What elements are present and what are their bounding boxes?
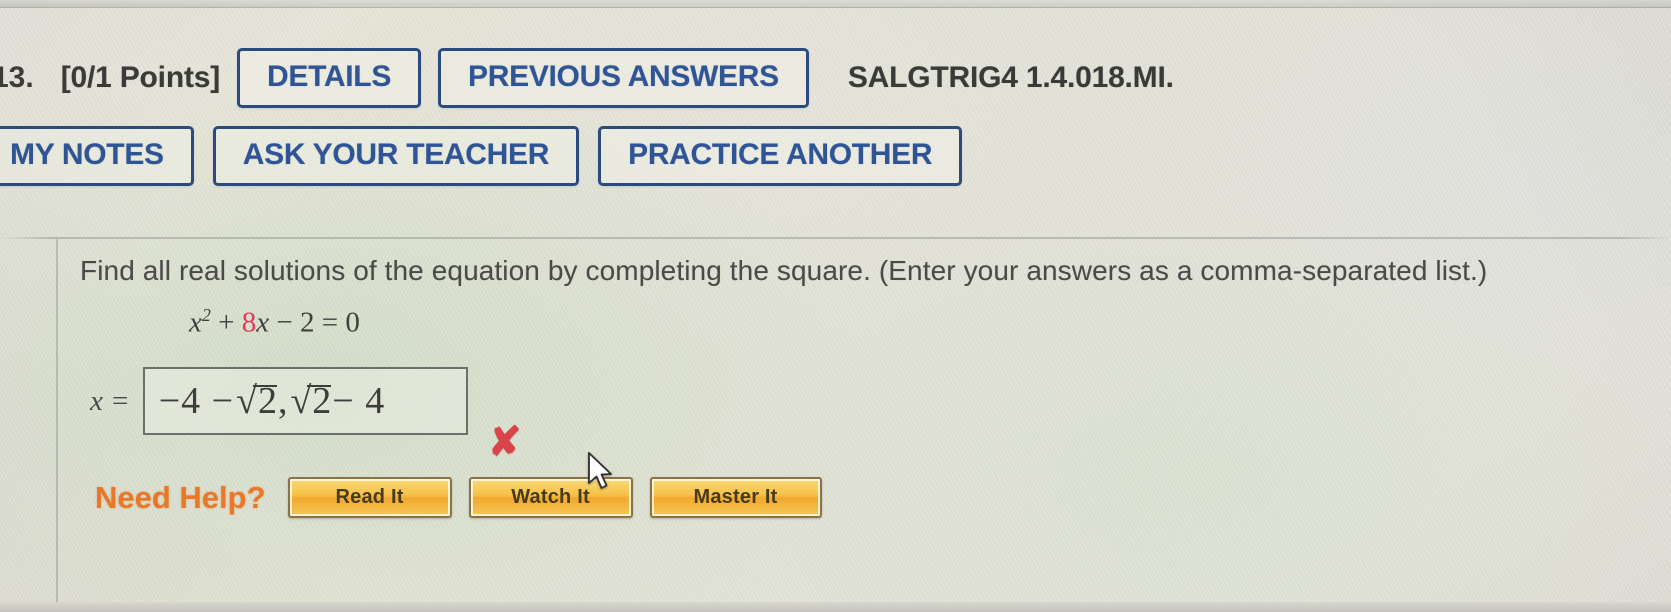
equation-coef-var: x	[256, 306, 270, 339]
answer-value: −4 −√ 2,√ 2− 4	[159, 382, 386, 420]
equation-plus: +	[210, 306, 242, 339]
ask-your-teacher-button[interactable]: ASK YOUR TEACHER	[212, 126, 580, 186]
assignment-code: SALGTRIG4 1.4.018.MI.	[847, 61, 1174, 94]
equation-display: x2 + 8x − 2 = 0	[189, 305, 360, 340]
left-gutter-rule	[56, 239, 58, 612]
top-chrome-strip	[0, 0, 1671, 7]
radical-1: √ 2	[236, 380, 278, 422]
header-divider	[0, 237, 1671, 239]
equation-exponent: 2	[201, 305, 211, 325]
answer-part-1: −4 −	[158, 380, 235, 422]
need-help-row: Need Help? Read It Watch It Master It	[95, 477, 822, 518]
watch-it-button[interactable]: Watch It	[468, 477, 633, 518]
radical-2: √ 2	[290, 380, 333, 422]
points-label: [0/1 Points]	[60, 61, 221, 94]
equation-term-x: x	[189, 306, 202, 339]
practice-another-button[interactable]: PRACTICE ANOTHER	[598, 126, 963, 186]
details-button[interactable]: DETAILS	[237, 48, 422, 108]
previous-answers-button[interactable]: PREVIOUS ANSWERS	[438, 48, 809, 108]
webassign-question-page: 13. [0/1 Points] DETAILS PREVIOUS ANSWER…	[0, 0, 1671, 612]
header-row-primary: 13. [0/1 Points] DETAILS PREVIOUS ANSWER…	[0, 48, 1174, 108]
top-hairline	[0, 7, 1671, 8]
need-help-label: Need Help?	[95, 479, 266, 515]
answer-input[interactable]: −4 −√ 2,√ 2− 4	[142, 367, 468, 435]
answer-row: x = −4 −√ 2,√ 2− 4	[90, 367, 468, 435]
question-prompt: Find all real solutions of the equation …	[80, 255, 1488, 286]
answer-part-2: − 4	[332, 380, 386, 422]
answer-label: x =	[90, 384, 130, 417]
answer-separator: ,	[277, 380, 289, 422]
incorrect-mark-icon: ✘	[488, 420, 522, 464]
master-it-button[interactable]: Master It	[649, 477, 822, 518]
equation-remainder: − 2 = 0	[269, 306, 360, 339]
read-it-button[interactable]: Read It	[287, 477, 452, 518]
equation-coefficient: 8	[241, 306, 257, 339]
header-row-tools: MY NOTES ASK YOUR TEACHER PRACTICE ANOTH…	[0, 126, 963, 186]
my-notes-button[interactable]: MY NOTES	[0, 126, 194, 186]
question-header: 13. [0/1 Points] DETAILS PREVIOUS ANSWER…	[0, 28, 1671, 224]
bottom-chrome-strip	[0, 602, 1671, 612]
question-number: 13.	[0, 61, 34, 94]
